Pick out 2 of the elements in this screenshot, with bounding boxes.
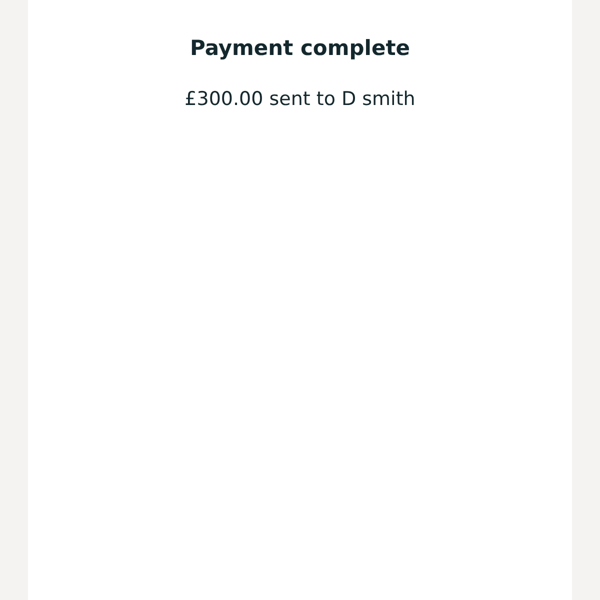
page-title: Payment complete [190, 36, 410, 60]
confirmation-message: £300.00 sent to D smith [184, 88, 416, 110]
